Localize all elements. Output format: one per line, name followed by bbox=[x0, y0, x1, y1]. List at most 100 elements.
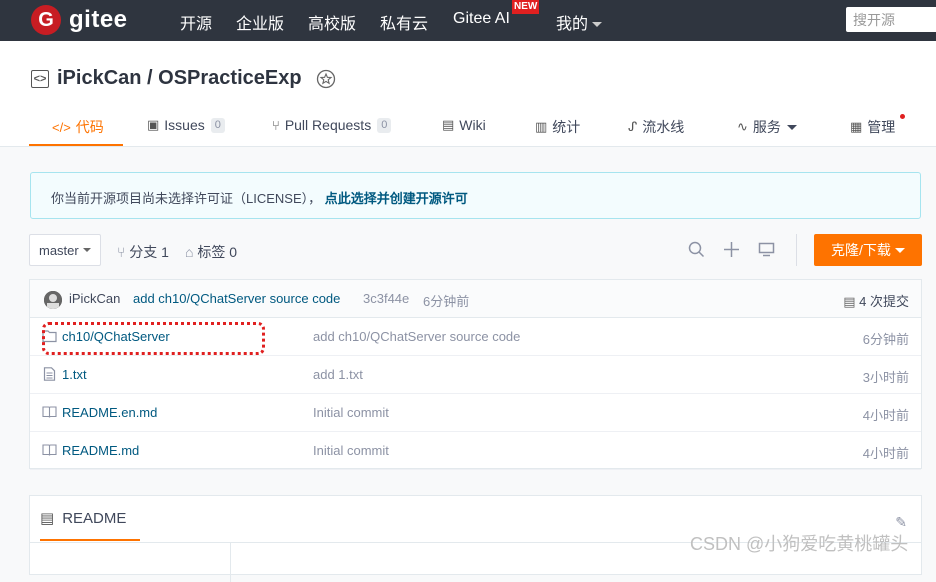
latest-commit-bar: iPickCan add ch10/QChatServer source cod… bbox=[30, 280, 921, 318]
gitee-logo[interactable]: G gitee bbox=[31, 5, 128, 35]
tab-wiki[interactable]: ▤ Wiki bbox=[442, 117, 486, 133]
nav-mine[interactable]: 我的 bbox=[556, 10, 603, 34]
tags-label: 标签 0 bbox=[197, 244, 238, 260]
edit-icon[interactable]: ✎ bbox=[895, 514, 907, 531]
nav-enterprise[interactable]: 企业版 bbox=[236, 10, 284, 34]
notification-dot bbox=[900, 114, 905, 119]
tab-wiki-label: Wiki bbox=[459, 117, 486, 133]
toolbar-divider bbox=[796, 234, 797, 266]
tab-pulls-label: Pull Requests bbox=[284, 117, 372, 133]
tab-issues-label: Issues bbox=[164, 117, 205, 133]
tab-issues[interactable]: ▣ Issues 0 bbox=[147, 117, 225, 133]
chevron-down-icon bbox=[786, 124, 797, 130]
commit-hash[interactable]: 3c3f44e bbox=[363, 291, 409, 306]
commit-author[interactable]: iPickCan bbox=[69, 291, 120, 306]
nav-private-cloud[interactable]: 私有云 bbox=[380, 10, 428, 34]
readme-tab-label: README bbox=[62, 509, 127, 527]
file-name[interactable]: README.md bbox=[62, 443, 139, 458]
tags-link[interactable]: ⌂ 标签 0 bbox=[185, 242, 237, 262]
file-commit-time: 6分钟前 bbox=[862, 332, 909, 347]
file-commit-time: 4小时前 bbox=[862, 446, 909, 461]
license-notice: 你当前开源项目尚未选择许可证（LICENSE）， 点此选择并创建开源许可 bbox=[30, 172, 921, 219]
tab-stats[interactable]: ▥ 统计 bbox=[535, 117, 580, 137]
branches-link[interactable]: ⑂ 分支 1 bbox=[117, 242, 169, 262]
list-item[interactable]: README.md Initial commit 4小时前 bbox=[30, 432, 921, 470]
avatar[interactable] bbox=[44, 291, 62, 309]
create-license-link[interactable]: 点此选择并创建开源许可 bbox=[325, 191, 468, 206]
add-icon[interactable] bbox=[723, 241, 740, 258]
file-name[interactable]: README.en.md bbox=[62, 405, 157, 420]
search-input[interactable]: 搜开源 bbox=[846, 7, 936, 32]
readme-tab-indicator bbox=[40, 539, 140, 541]
file-commit-time: 4小时前 bbox=[862, 408, 909, 423]
monitor-icon[interactable] bbox=[758, 241, 775, 258]
nav-education[interactable]: 高校版 bbox=[308, 10, 356, 34]
repo-header: <> iPickCan / OSPracticeExp </> 代码 ▣ Iss… bbox=[0, 41, 936, 147]
file-commit-message[interactable]: add 1.txt bbox=[313, 367, 363, 382]
gitee-logo-icon: G bbox=[31, 5, 61, 35]
tab-services-label: 服务 bbox=[752, 119, 781, 135]
tab-services[interactable]: ∿ 服务 bbox=[737, 117, 797, 137]
repo-title: <> iPickCan / OSPracticeExp bbox=[31, 67, 336, 90]
branch-icon: ⑂ bbox=[117, 244, 126, 260]
commit-time: 6分钟前 bbox=[423, 294, 470, 309]
chevron-down-icon bbox=[592, 22, 603, 28]
active-tab-indicator bbox=[29, 144, 123, 146]
pull-request-icon: ⑂ bbox=[272, 117, 280, 133]
watermark: CSDN @小狗爱吃黄桃罐头 bbox=[690, 534, 909, 554]
clone-download-button[interactable]: 克隆/下载 bbox=[814, 234, 922, 266]
file-commit-time: 3小时前 bbox=[862, 370, 909, 385]
chevron-down-icon bbox=[894, 247, 905, 253]
file-commit-message[interactable]: Initial commit bbox=[313, 443, 389, 458]
nav-mine-label: 我的 bbox=[556, 16, 589, 33]
wiki-icon: ▤ bbox=[442, 117, 455, 132]
list-item[interactable]: README.en.md Initial commit 4小时前 bbox=[30, 394, 921, 432]
readme-sidebar-divider bbox=[230, 542, 231, 582]
chart-icon: ▥ bbox=[535, 119, 548, 134]
tab-pipeline-label: 流水线 bbox=[642, 119, 685, 135]
clone-download-label: 克隆/下载 bbox=[831, 242, 891, 258]
branches-label: 分支 1 bbox=[129, 244, 169, 260]
tab-code-label: 代码 bbox=[75, 119, 104, 135]
nav-gitee-ai[interactable]: Gitee AI bbox=[453, 10, 510, 28]
book-icon bbox=[42, 444, 57, 456]
pulls-count: 0 bbox=[377, 117, 392, 133]
tab-pipeline[interactable]: ᔑ 流水线 bbox=[628, 117, 684, 137]
tab-stats-label: 统计 bbox=[552, 119, 581, 135]
code-repo-icon: <> bbox=[31, 69, 49, 88]
tab-code[interactable]: </> 代码 bbox=[52, 117, 104, 137]
repo-toolbar: master ⑂ 分支 1 ⌂ 标签 0 克隆/下载 bbox=[29, 234, 922, 266]
commit-message[interactable]: add ch10/QChatServer source code bbox=[133, 291, 340, 306]
list-item[interactable]: 1.txt add 1.txt 3小时前 bbox=[30, 356, 921, 394]
tab-pull-requests[interactable]: ⑂ Pull Requests 0 bbox=[272, 117, 392, 133]
issues-icon: ▣ bbox=[147, 117, 160, 132]
settings-doc-icon: ▦ bbox=[850, 119, 863, 134]
book-icon bbox=[42, 406, 57, 418]
readme-icon: ▤ bbox=[40, 510, 55, 527]
branch-select-label: master bbox=[39, 242, 79, 258]
chevron-down-icon bbox=[82, 248, 91, 252]
badge-icon[interactable] bbox=[316, 69, 336, 89]
file-name[interactable]: 1.txt bbox=[62, 367, 87, 382]
branch-select[interactable]: master bbox=[29, 234, 101, 266]
repo-name[interactable]: iPickCan / OSPracticeExp bbox=[57, 67, 302, 90]
search-icon[interactable] bbox=[688, 241, 705, 258]
code-icon: </> bbox=[52, 119, 71, 135]
issues-count: 0 bbox=[210, 117, 225, 133]
highlight-annotation bbox=[42, 322, 265, 355]
file-commit-message[interactable]: Initial commit bbox=[313, 405, 389, 420]
file-icon bbox=[43, 367, 56, 381]
file-commit-message[interactable]: add ch10/QChatServer source code bbox=[313, 329, 520, 344]
gitee-logo-text: gitee bbox=[69, 6, 128, 33]
nav-opensource[interactable]: 开源 bbox=[180, 10, 212, 34]
commit-count[interactable]: ▤ 4 次提交 bbox=[843, 291, 909, 310]
tag-icon: ⌂ bbox=[185, 244, 194, 260]
commit-count-label: 4 次提交 bbox=[859, 294, 909, 309]
commits-icon: ▤ bbox=[843, 294, 856, 309]
readme-tab[interactable]: ▤ README bbox=[40, 509, 127, 528]
tab-manage[interactable]: ▦ 管理 bbox=[850, 117, 895, 137]
pipeline-icon: ᔑ bbox=[628, 119, 638, 134]
pulse-icon: ∿ bbox=[737, 119, 748, 134]
new-badge: NEW bbox=[512, 0, 540, 14]
file-list: iPickCan add ch10/QChatServer source cod… bbox=[29, 279, 922, 470]
